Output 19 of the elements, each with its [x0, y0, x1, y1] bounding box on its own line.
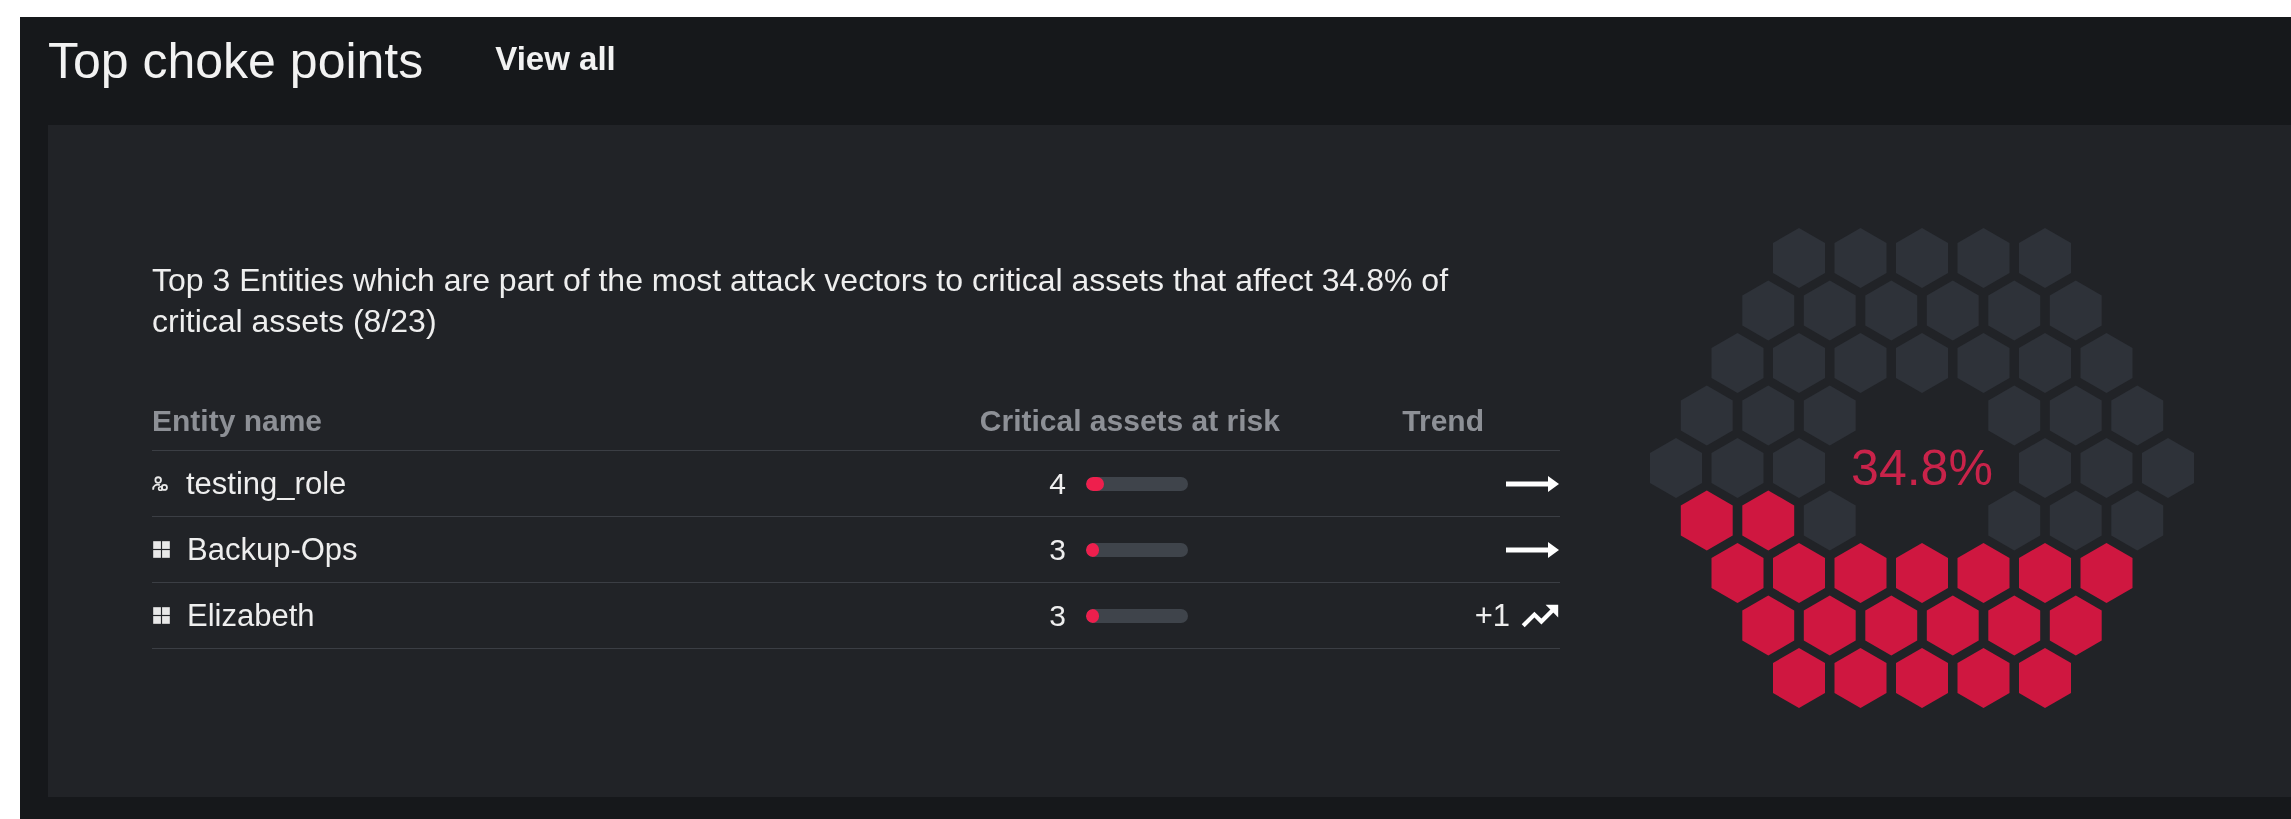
- entity-name: testing_role: [186, 465, 347, 502]
- section-title: Top choke points: [48, 32, 424, 90]
- entity-name: Backup-Ops: [187, 531, 358, 568]
- percentage-value: 34.8%: [1851, 439, 1993, 497]
- column-header: Trend: [1402, 404, 1484, 438]
- asset-count: 4: [1048, 466, 1066, 501]
- asset-count: 3: [1048, 598, 1066, 633]
- description-text: Top 3 Entities which are part of the most attack vectors to critical assets that affect 34.8% of critical assets (8/23): [152, 261, 1450, 341]
- column-header: Critical assets at risk: [979, 404, 1280, 438]
- grid-icon: [152, 606, 171, 625]
- people-icon: [152, 474, 170, 493]
- asset-count: 3: [1048, 532, 1066, 567]
- view-all-link[interactable]: View all: [495, 40, 616, 78]
- entity-name: Elizabeth: [187, 597, 315, 634]
- grid-icon: [152, 540, 171, 559]
- right-arrow-icon: [1506, 474, 1560, 493]
- trend-delta: +1: [1474, 597, 1510, 634]
- right-arrow-icon: [1506, 540, 1560, 559]
- column-header: Entity name: [152, 404, 324, 438]
